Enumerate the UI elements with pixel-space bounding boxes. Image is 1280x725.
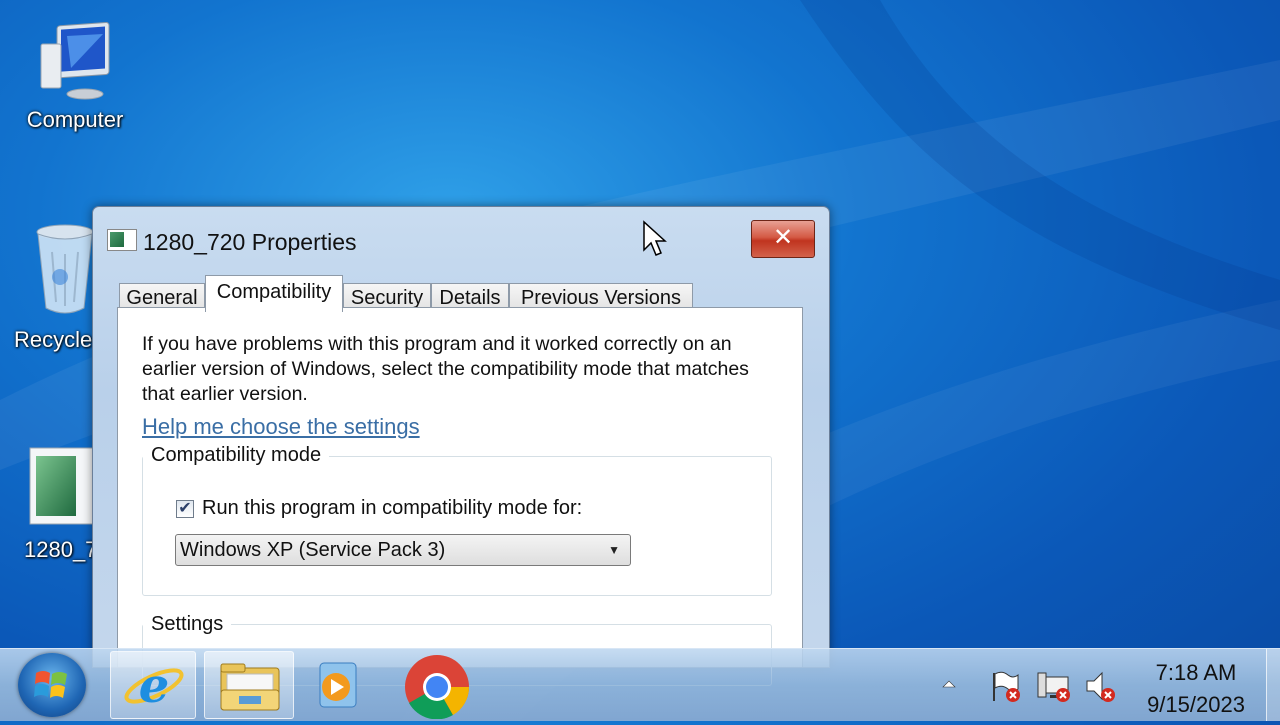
windows-logo-icon [34, 671, 67, 698]
close-button[interactable]: ✕ [751, 220, 815, 258]
svg-text:e: e [139, 658, 170, 714]
compatibility-description: If you have problems with this program a… [142, 333, 749, 405]
properties-dialog: 1280_720 Properties ✕ General Compatibil… [92, 206, 830, 686]
image-file-icon [29, 447, 97, 525]
taskbar-media-player[interactable] [296, 651, 382, 719]
compatibility-mode-title: Compatibility mode [143, 444, 330, 467]
desktop-icon-label: Computer [26, 107, 124, 132]
mouse-cursor-icon [643, 220, 667, 256]
action-center-flag-icon [993, 671, 1020, 702]
desktop-icon-recycle-bin[interactable]: Recycle [0, 222, 100, 353]
chrome-icon [405, 655, 470, 720]
compatibility-panel: If you have problems with this program a… [117, 307, 803, 686]
tab-compatibility[interactable]: Compatibility [205, 275, 343, 312]
taskbar: e 7:18 AM 9/15/2023 [0, 648, 1280, 721]
volume-button[interactable] [1084, 669, 1118, 703]
computer-icon [40, 21, 110, 100]
action-center-button[interactable] [988, 669, 1022, 703]
volume-muted-icon [1086, 671, 1115, 702]
taskbar-internet-explorer[interactable]: e [110, 651, 196, 719]
file-type-icon [107, 229, 137, 251]
taskbar-windows-explorer[interactable] [204, 651, 294, 719]
dropdown-arrow-icon: ▼ [608, 543, 620, 557]
desktop-icon-computer[interactable]: Computer [14, 21, 136, 133]
desktop-icon-label: Recycle [14, 327, 93, 352]
desktop-icon-file[interactable]: 1280_7 [0, 446, 100, 563]
chevron-up-icon [942, 680, 956, 688]
compatibility-mode-checkbox-label[interactable]: Run this program in compatibility mode f… [202, 497, 582, 520]
desktop-icon-label: 1280_7 [24, 537, 98, 562]
network-icon [1037, 672, 1070, 702]
show-hidden-icons-button[interactable] [940, 675, 958, 693]
start-button[interactable] [18, 653, 86, 717]
help-choose-settings-link[interactable]: Help me choose the settings [142, 414, 420, 440]
windows-explorer-icon [220, 663, 280, 711]
media-player-icon [319, 662, 357, 708]
system-clock[interactable]: 7:18 AM 9/15/2023 [1136, 657, 1256, 721]
compatibility-mode-checkbox[interactable]: ✔ [176, 500, 194, 518]
clock-date: 9/15/2023 [1147, 692, 1245, 717]
network-button[interactable] [1036, 669, 1072, 703]
compatibility-mode-group [142, 456, 772, 596]
settings-title: Settings [143, 613, 232, 636]
show-desktop-button[interactable] [1266, 649, 1280, 721]
selected-mode: Windows XP (Service Pack 3) [180, 539, 446, 561]
clock-time: 7:18 AM [1155, 660, 1237, 685]
compatibility-mode-select[interactable]: Windows XP (Service Pack 3) ▼ [175, 534, 631, 566]
taskbar-chrome[interactable] [394, 651, 480, 720]
dialog-title: 1280_720 Properties [143, 229, 357, 255]
internet-explorer-icon: e [124, 658, 184, 714]
recycle-bin-icon [36, 224, 94, 314]
